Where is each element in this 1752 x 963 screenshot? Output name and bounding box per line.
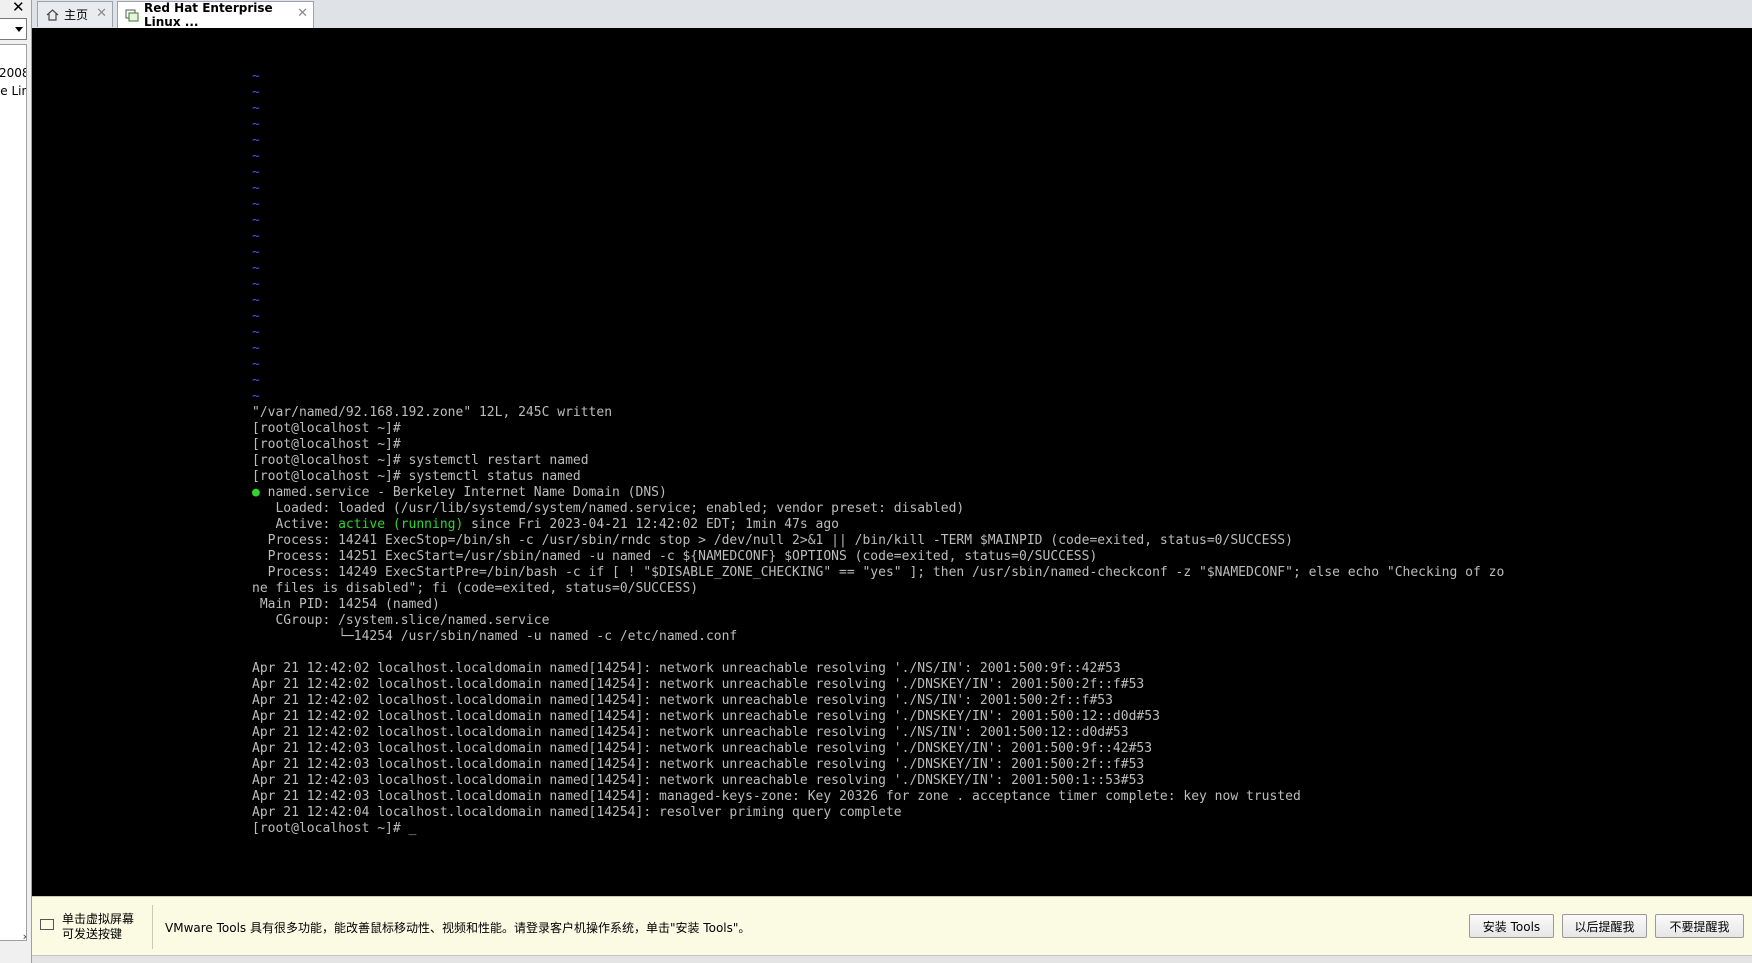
tilde-line: ~ xyxy=(252,245,260,260)
keyboard-icon xyxy=(40,919,54,930)
notification-message: VMware Tools 具有很多功能，能改善鼠标移动性、视频和性能。请登录客户… xyxy=(165,921,751,935)
vm-console[interactable]: ~ ~ ~ ~ ~ ~ ~ ~ ~ ~ ~ ~ ~ ~ ~ ~ ~ ~ ~ ~ … xyxy=(32,28,1752,896)
active-state: active (running) xyxy=(338,517,464,532)
tilde-line: ~ xyxy=(252,357,260,372)
library-list[interactable]: 2008 se Lin xyxy=(0,44,27,941)
tab-vm[interactable]: Red Hat Enterprise Linux ... ✕ xyxy=(117,1,314,29)
close-icon[interactable]: ✕ xyxy=(12,0,25,15)
tilde-line: ~ xyxy=(252,277,260,292)
library-panel: ✕ 2008 se Lin › xyxy=(0,0,32,963)
tilde-line: ~ xyxy=(252,197,260,212)
command-restart: [root@localhost ~]# systemctl restart na… xyxy=(252,453,589,468)
tilde-line: ~ xyxy=(252,325,260,340)
log-line: Apr 21 12:42:03 localhost.localdomain na… xyxy=(252,773,1145,788)
click-screen-hint: 单击虚拟屏幕 可发送按键 xyxy=(62,912,135,941)
tilde-line: ~ xyxy=(252,69,260,84)
status-bar xyxy=(32,955,1752,963)
process-line: Process: 14251 ExecStart=/usr/sbin/named… xyxy=(252,549,1098,564)
log-line: Apr 21 12:42:03 localhost.localdomain na… xyxy=(252,757,1145,772)
tilde-line: ~ xyxy=(252,181,260,196)
unit-description: named.service - Berkeley Internet Name D… xyxy=(259,485,667,500)
tilde-line: ~ xyxy=(252,149,260,164)
shell-prompt: [root@localhost ~]# xyxy=(252,821,409,836)
log-line: Apr 21 12:42:03 localhost.localdomain na… xyxy=(252,741,1153,756)
remind-later-button[interactable]: 以后提醒我 xyxy=(1562,914,1647,938)
tab-label: Red Hat Enterprise Linux ... xyxy=(144,1,273,29)
process-line: Process: 14241 ExecStop=/bin/sh -c /usr/… xyxy=(252,533,1293,548)
tilde-line: ~ xyxy=(252,373,260,388)
log-line: Apr 21 12:42:02 localhost.localdomain na… xyxy=(252,661,1121,676)
terminal-output: ~ ~ ~ ~ ~ ~ ~ ~ ~ ~ ~ ~ ~ ~ ~ ~ ~ ~ ~ ~ … xyxy=(252,69,1504,837)
shell-prompt: [root@localhost ~]# xyxy=(252,437,401,452)
status-bullet-icon: ● xyxy=(252,485,260,500)
tilde-line: ~ xyxy=(252,117,260,132)
loaded-line: Loaded: loaded (/usr/lib/systemd/system/… xyxy=(252,501,965,516)
dont-remind-button[interactable]: 不要提醒我 xyxy=(1655,914,1744,938)
tilde-line: ~ xyxy=(252,229,260,244)
text-cursor: _ xyxy=(408,821,417,836)
tilde-line: ~ xyxy=(252,293,260,308)
tilde-line: ~ xyxy=(252,389,260,404)
tilde-line: ~ xyxy=(252,133,260,148)
command-status: [root@localhost ~]# systemctl status nam… xyxy=(252,469,581,484)
tilde-line: ~ xyxy=(252,261,260,276)
divider xyxy=(152,905,153,949)
cgroup-line: CGroup: /system.slice/named.service xyxy=(252,613,550,628)
log-line: Apr 21 12:42:03 localhost.localdomain na… xyxy=(252,789,1301,804)
scroll-right-icon[interactable]: › xyxy=(0,930,27,944)
chevron-down-icon[interactable] xyxy=(15,27,23,32)
log-line: Apr 21 12:42:02 localhost.localdomain na… xyxy=(252,725,1129,740)
cgroup-child-line: └─14254 /usr/sbin/named -u named -c /etc… xyxy=(252,629,738,644)
tilde-line: ~ xyxy=(252,309,260,324)
log-line: Apr 21 12:42:02 localhost.localdomain na… xyxy=(252,693,1113,708)
tilde-line: ~ xyxy=(252,101,260,116)
vmware-tools-notification: 单击虚拟屏幕 可发送按键 VMware Tools 具有很多功能，能改善鼠标移动… xyxy=(32,896,1752,955)
install-tools-button[interactable]: 安装 Tools xyxy=(1469,914,1554,938)
tab-home[interactable]: 主页 ✕ xyxy=(37,1,113,27)
process-line: Process: 14249 ExecStartPre=/bin/bash -c… xyxy=(252,565,1505,580)
tab-bar: 主页 ✕ Red Hat Enterprise Linux ... ✕ xyxy=(32,0,1752,29)
tilde-line: ~ xyxy=(252,213,260,228)
log-line: Apr 21 12:42:02 localhost.localdomain na… xyxy=(252,709,1160,724)
close-icon[interactable]: ✕ xyxy=(297,6,308,21)
vm-icon xyxy=(125,8,139,22)
library-item[interactable]: 2008 xyxy=(0,66,26,80)
tilde-line: ~ xyxy=(252,341,260,356)
log-line: Apr 21 12:42:02 localhost.localdomain na… xyxy=(252,677,1145,692)
vim-written-message: "/var/named/92.168.192.zone" 12L, 245C w… xyxy=(252,405,613,420)
close-icon[interactable]: ✕ xyxy=(96,6,107,21)
tab-label: 主页 xyxy=(64,8,89,22)
active-label: Active: xyxy=(252,517,339,532)
tilde-line: ~ xyxy=(252,165,260,180)
shell-prompt: [root@localhost ~]# xyxy=(252,421,401,436)
main-pid-line: Main PID: 14254 (named) xyxy=(252,597,440,612)
home-icon xyxy=(45,8,59,22)
process-line-continued: ne files is disabled"; fi (code=exited, … xyxy=(252,581,699,596)
library-filter-dropdown[interactable] xyxy=(0,18,27,40)
active-since: since Fri 2023-04-21 12:42:02 EDT; 1min … xyxy=(463,517,840,532)
library-item[interactable]: se Lin xyxy=(0,84,26,98)
tilde-line: ~ xyxy=(252,85,260,100)
log-line: Apr 21 12:42:04 localhost.localdomain na… xyxy=(252,805,902,820)
